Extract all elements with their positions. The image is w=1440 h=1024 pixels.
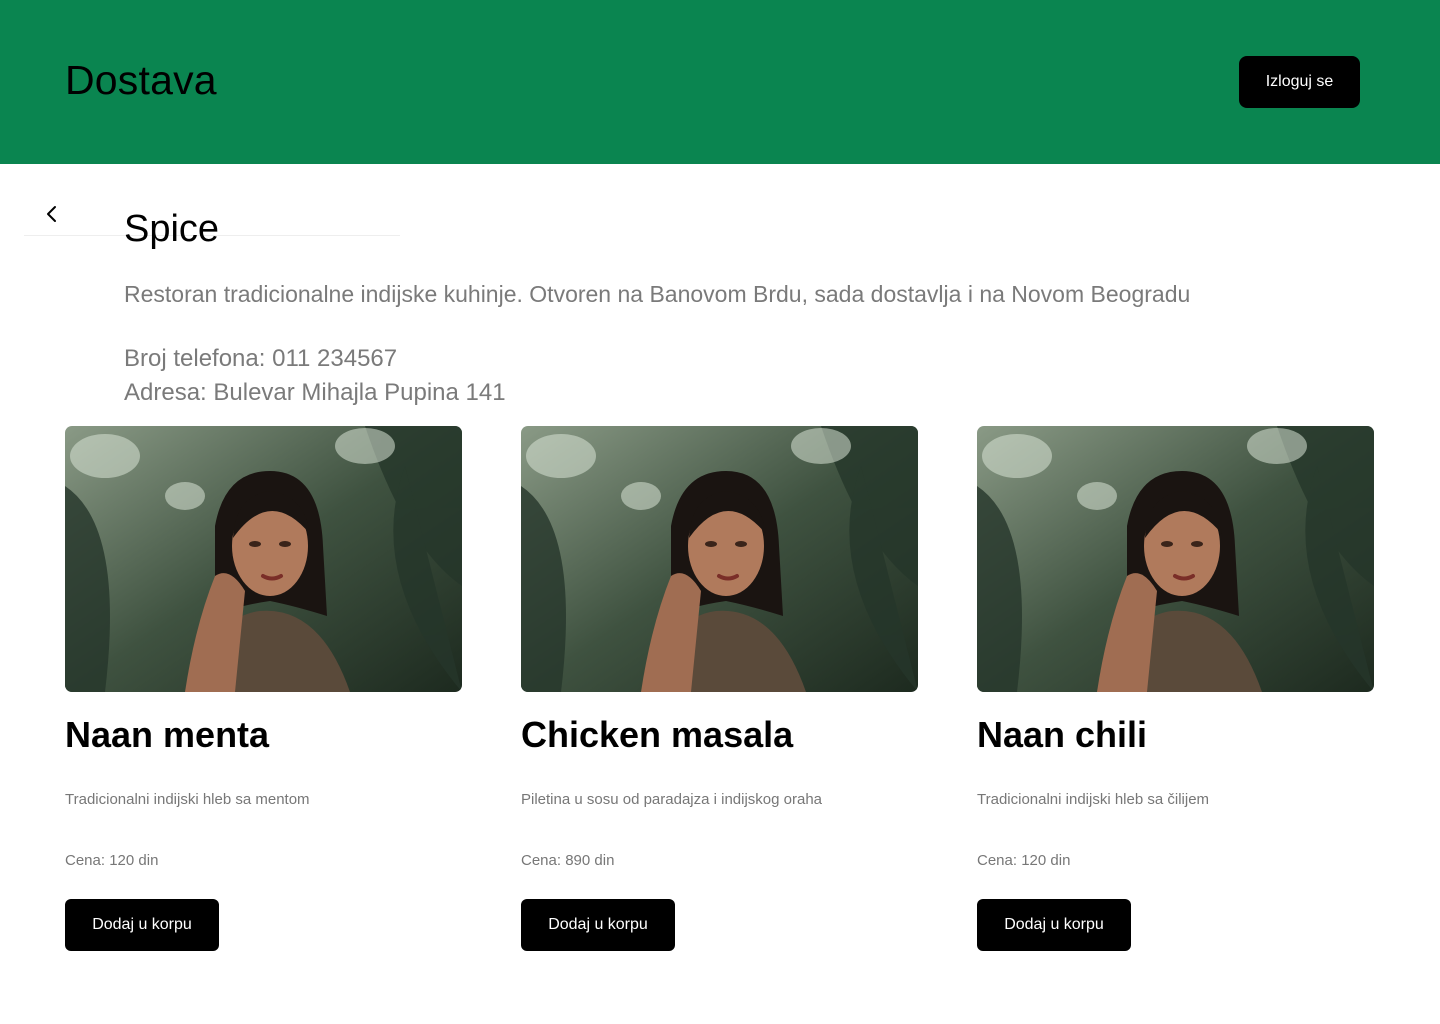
menu-item-name: Chicken masala bbox=[521, 714, 794, 755]
brand-logo-text: Dostava bbox=[65, 57, 217, 103]
add-to-cart-button[interactable]: Dodaj u korpu bbox=[65, 899, 219, 951]
add-to-cart-button[interactable]: Dodaj u korpu bbox=[521, 899, 675, 951]
menu-item-card: Chicken masala Piletina u sosu od parada… bbox=[521, 426, 918, 951]
restaurant-name: Spice bbox=[124, 208, 220, 250]
menu-item-description: Piletina u sosu od paradajza i indijskog… bbox=[521, 791, 823, 808]
menu-item-photo bbox=[977, 426, 1374, 692]
logout-button[interactable]: Izloguj se bbox=[1239, 56, 1360, 108]
restaurant-description: Restoran tradicionalne indijske kuhinje.… bbox=[124, 281, 1191, 307]
restaurant-phone: Broj telefona: 011 234567 bbox=[124, 345, 398, 372]
menu-item-name: Naan menta bbox=[65, 714, 270, 755]
restaurant-address: Adresa: Bulevar Mihajla Pupina 141 bbox=[124, 379, 506, 406]
menu-item-name: Naan chili bbox=[977, 714, 1148, 755]
menu-item-photo bbox=[521, 426, 918, 692]
menu-item-card: Naan menta Tradicionalni indijski hleb s… bbox=[65, 426, 462, 951]
menu-item-description: Tradicionalni indijski hleb sa čilijem bbox=[977, 791, 1210, 808]
menu-item-price: Cena: 890 din bbox=[521, 852, 615, 869]
menu-item-card: Naan chili Tradicionalni indijski hleb s… bbox=[977, 426, 1374, 951]
chevron-left-icon[interactable] bbox=[40, 202, 64, 226]
menu-item-photo bbox=[65, 426, 462, 692]
add-to-cart-button[interactable]: Dodaj u korpu bbox=[977, 899, 1131, 951]
menu-item-price: Cena: 120 din bbox=[977, 852, 1071, 869]
menu-item-price: Cena: 120 din bbox=[65, 852, 159, 869]
top-header: Dostava Izloguj se bbox=[0, 0, 1440, 164]
menu-item-description: Tradicionalni indijski hleb sa mentom bbox=[65, 791, 310, 808]
